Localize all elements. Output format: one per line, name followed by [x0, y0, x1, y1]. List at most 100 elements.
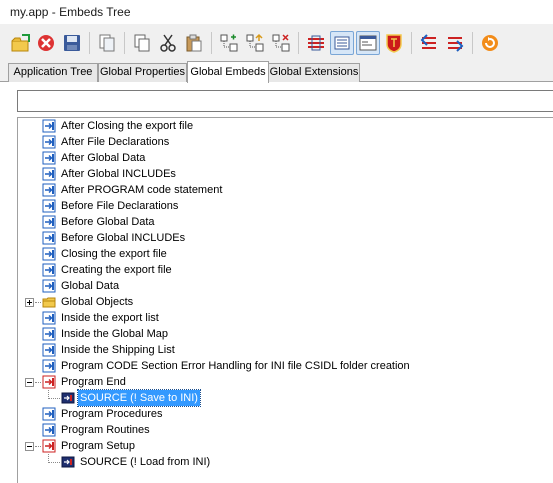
tree-node-label: Global Objects [61, 296, 134, 308]
embeds-tree[interactable]: After Closing the export file After File … [17, 117, 553, 483]
embed-point-icon [42, 423, 56, 437]
show-filled-icon [308, 35, 324, 51]
insert-embed-button[interactable] [217, 31, 241, 55]
tree-node-label: Program CODE Section Error Handling for … [61, 360, 410, 372]
source-embed-icon [61, 455, 75, 469]
tree-node[interactable]: Before Global Data [18, 214, 553, 230]
global-embeds-panel: After Closing the export file After File … [0, 82, 553, 483]
source-view-icon [359, 35, 377, 51]
open-folder-icon [11, 34, 30, 52]
embed-point-icon [42, 311, 56, 325]
tree-node[interactable]: After PROGRAM code statement [18, 182, 553, 198]
refresh-button[interactable] [478, 31, 502, 55]
shield-button[interactable] [382, 31, 406, 55]
tree-node-label: After Global INCLUDEs [61, 168, 176, 180]
tree-node[interactable]: SOURCE (! Save to INI) [18, 389, 553, 407]
tab-global-embeds[interactable]: Global Embeds [187, 61, 269, 83]
tree-node[interactable]: Program CODE Section Error Handling for … [18, 358, 553, 374]
paste-button[interactable] [182, 31, 206, 55]
tree-node[interactable]: Program Setup [18, 438, 553, 454]
copy-button[interactable] [130, 31, 154, 55]
move-up-embed-button[interactable] [243, 31, 267, 55]
tree-connector [48, 398, 60, 399]
copy-icon [134, 34, 150, 52]
embed-point-icon [42, 183, 56, 197]
cut-button[interactable] [156, 31, 180, 55]
tree-node[interactable]: Creating the export file [18, 262, 553, 278]
tree-node-label: Global Data [61, 280, 120, 292]
show-filled-button[interactable] [304, 31, 328, 55]
tree-node-label: Program Procedures [61, 408, 163, 420]
tree-node[interactable]: SOURCE (! Load from INI) [18, 454, 553, 470]
cut-icon [160, 34, 176, 52]
tree-node[interactable]: Program Routines [18, 422, 553, 438]
tree-node[interactable]: After File Declarations [18, 134, 553, 150]
tree-node[interactable]: Before Global INCLUDEs [18, 230, 553, 246]
save-button[interactable] [60, 31, 84, 55]
toolbar-separator [472, 32, 473, 54]
tree-node[interactable]: Inside the Global Map [18, 326, 553, 342]
embed-point-icon [42, 167, 56, 181]
embed-point-icon [42, 407, 56, 421]
tree-connector [35, 302, 41, 303]
copy-files-icon [99, 34, 115, 52]
embed-point-icon [42, 151, 56, 165]
tree-node-label: Inside the export list [61, 312, 159, 324]
tree-node[interactable]: Inside the export list [18, 310, 553, 326]
tree-node[interactable]: Global Objects [18, 294, 553, 310]
toolbar-separator [298, 32, 299, 54]
collapse-icon[interactable] [25, 378, 34, 387]
tree-node-label: Creating the export file [61, 264, 172, 276]
embed-point-icon [42, 247, 56, 261]
embed-point-icon [42, 279, 56, 293]
prev-filled-icon [420, 34, 436, 49]
cancel-button[interactable] [34, 31, 58, 55]
tree-node-label: Before Global Data [61, 216, 155, 228]
embed-point-filled-icon [42, 375, 56, 389]
filter-input[interactable] [17, 90, 553, 112]
source-view-button[interactable] [356, 31, 380, 55]
move-up-embed-icon [246, 33, 264, 52]
move-down-embed-button[interactable] [269, 31, 293, 55]
tree-node-label: Before Global INCLUDEs [61, 232, 186, 244]
toolbar [0, 24, 553, 62]
toolbar-separator [211, 32, 212, 54]
tab-strip: Application Tree Global Properties Global … [0, 61, 553, 83]
toolbar-separator [411, 32, 412, 54]
tree-node-label: Program Setup [61, 440, 135, 452]
tree-connector [35, 382, 41, 383]
tab-global-properties[interactable]: Global Properties [98, 63, 187, 82]
copy-files-button[interactable] [95, 31, 119, 55]
embed-point-icon [42, 215, 56, 229]
collapse-icon[interactable] [25, 442, 34, 451]
next-filled-button[interactable] [443, 31, 467, 55]
tab-application-tree[interactable]: Application Tree [8, 63, 98, 82]
tree-node[interactable]: Program End [18, 374, 553, 390]
embed-point-icon [42, 263, 56, 277]
tree-node[interactable]: Before File Declarations [18, 198, 553, 214]
tree-node-label: Program End [61, 376, 126, 388]
tree-node[interactable]: After Global Data [18, 150, 553, 166]
show-all-icon [334, 36, 350, 50]
tree-node[interactable]: After Closing the export file [18, 118, 553, 134]
embed-point-icon [42, 135, 56, 149]
prev-filled-button[interactable] [417, 31, 441, 55]
paste-icon [186, 34, 202, 52]
open-folder-button[interactable] [8, 31, 32, 55]
tree-node[interactable]: Program Procedures [18, 406, 553, 422]
tree-node-label: SOURCE (! Load from INI) [80, 456, 211, 468]
embed-point-filled-icon [42, 439, 56, 453]
tree-node-label: Inside the Global Map [61, 328, 169, 340]
tree-connector [48, 462, 60, 463]
tree-node-label: After Global Data [61, 152, 146, 164]
tree-node[interactable]: Global Data [18, 278, 553, 294]
expand-icon[interactable] [25, 298, 34, 307]
tab-global-extensions[interactable]: Global Extensions [268, 63, 360, 82]
show-all-button[interactable] [330, 31, 354, 55]
tree-node[interactable]: Closing the export file [18, 246, 553, 262]
embed-point-icon [42, 343, 56, 357]
tree-node-label: Closing the export file [61, 248, 167, 260]
tree-node[interactable]: After Global INCLUDEs [18, 166, 553, 182]
tree-node-label: After Closing the export file [61, 120, 194, 132]
tree-node[interactable]: Inside the Shipping List [18, 342, 553, 358]
